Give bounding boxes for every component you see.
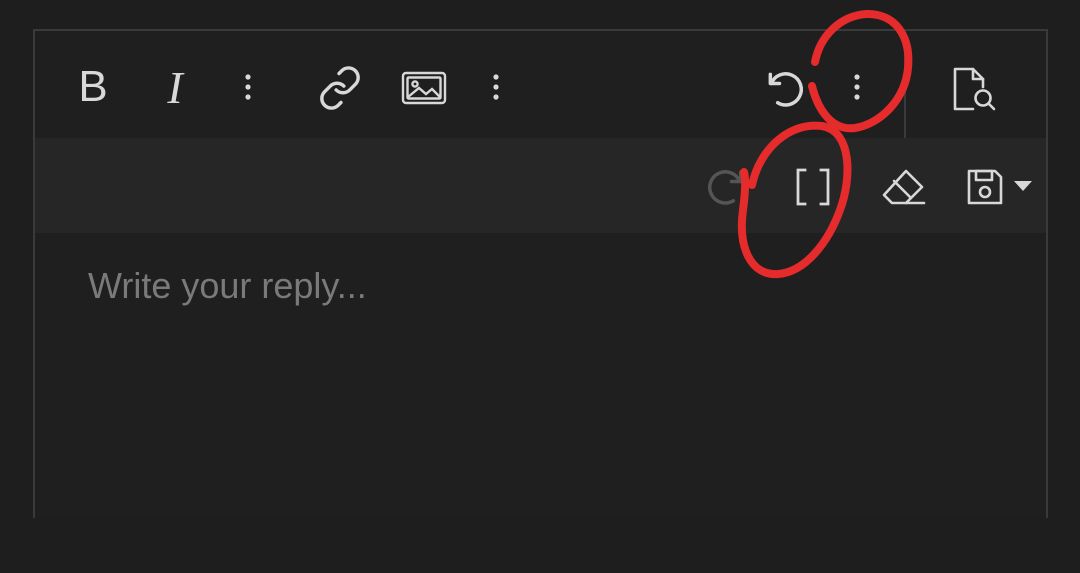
more-vertical-icon bbox=[854, 74, 860, 100]
file-search-icon bbox=[953, 67, 996, 111]
preview-tab[interactable] bbox=[904, 31, 1046, 138]
save-icon bbox=[967, 169, 1003, 205]
redo-icon bbox=[708, 170, 743, 205]
image-icon bbox=[401, 71, 447, 105]
more-toolbar-button[interactable] bbox=[842, 67, 872, 107]
more-insert-button[interactable] bbox=[481, 67, 511, 107]
bold-icon: B bbox=[78, 62, 108, 111]
reply-editor: B I Write your reply... bbox=[33, 29, 1048, 518]
remove-formatting-button[interactable] bbox=[875, 160, 931, 214]
preview-button[interactable] bbox=[946, 61, 1002, 117]
toolbar-secondary bbox=[35, 138, 1046, 233]
more-vertical-icon bbox=[493, 74, 499, 100]
bbcode-toggle-button[interactable] bbox=[785, 160, 841, 214]
link-icon bbox=[320, 66, 360, 110]
bold-button[interactable]: B bbox=[65, 59, 121, 115]
brackets-icon bbox=[796, 168, 830, 206]
toolbar-primary: B I bbox=[35, 31, 1046, 138]
more-vertical-icon bbox=[245, 74, 251, 100]
eraser-icon bbox=[882, 169, 926, 205]
caret-down-icon bbox=[1014, 181, 1032, 191]
reply-placeholder: Write your reply... bbox=[88, 265, 367, 306]
insert-link-button[interactable] bbox=[313, 63, 367, 113]
italic-icon: I bbox=[167, 61, 183, 113]
insert-image-button[interactable] bbox=[397, 63, 451, 113]
italic-button[interactable]: I bbox=[147, 59, 203, 115]
redo-button[interactable] bbox=[699, 160, 753, 214]
undo-icon bbox=[768, 72, 803, 107]
drafts-button[interactable] bbox=[959, 160, 1011, 214]
more-options-button[interactable] bbox=[233, 67, 263, 107]
drafts-dropdown-button[interactable] bbox=[1011, 174, 1035, 198]
undo-button[interactable] bbox=[757, 61, 813, 117]
